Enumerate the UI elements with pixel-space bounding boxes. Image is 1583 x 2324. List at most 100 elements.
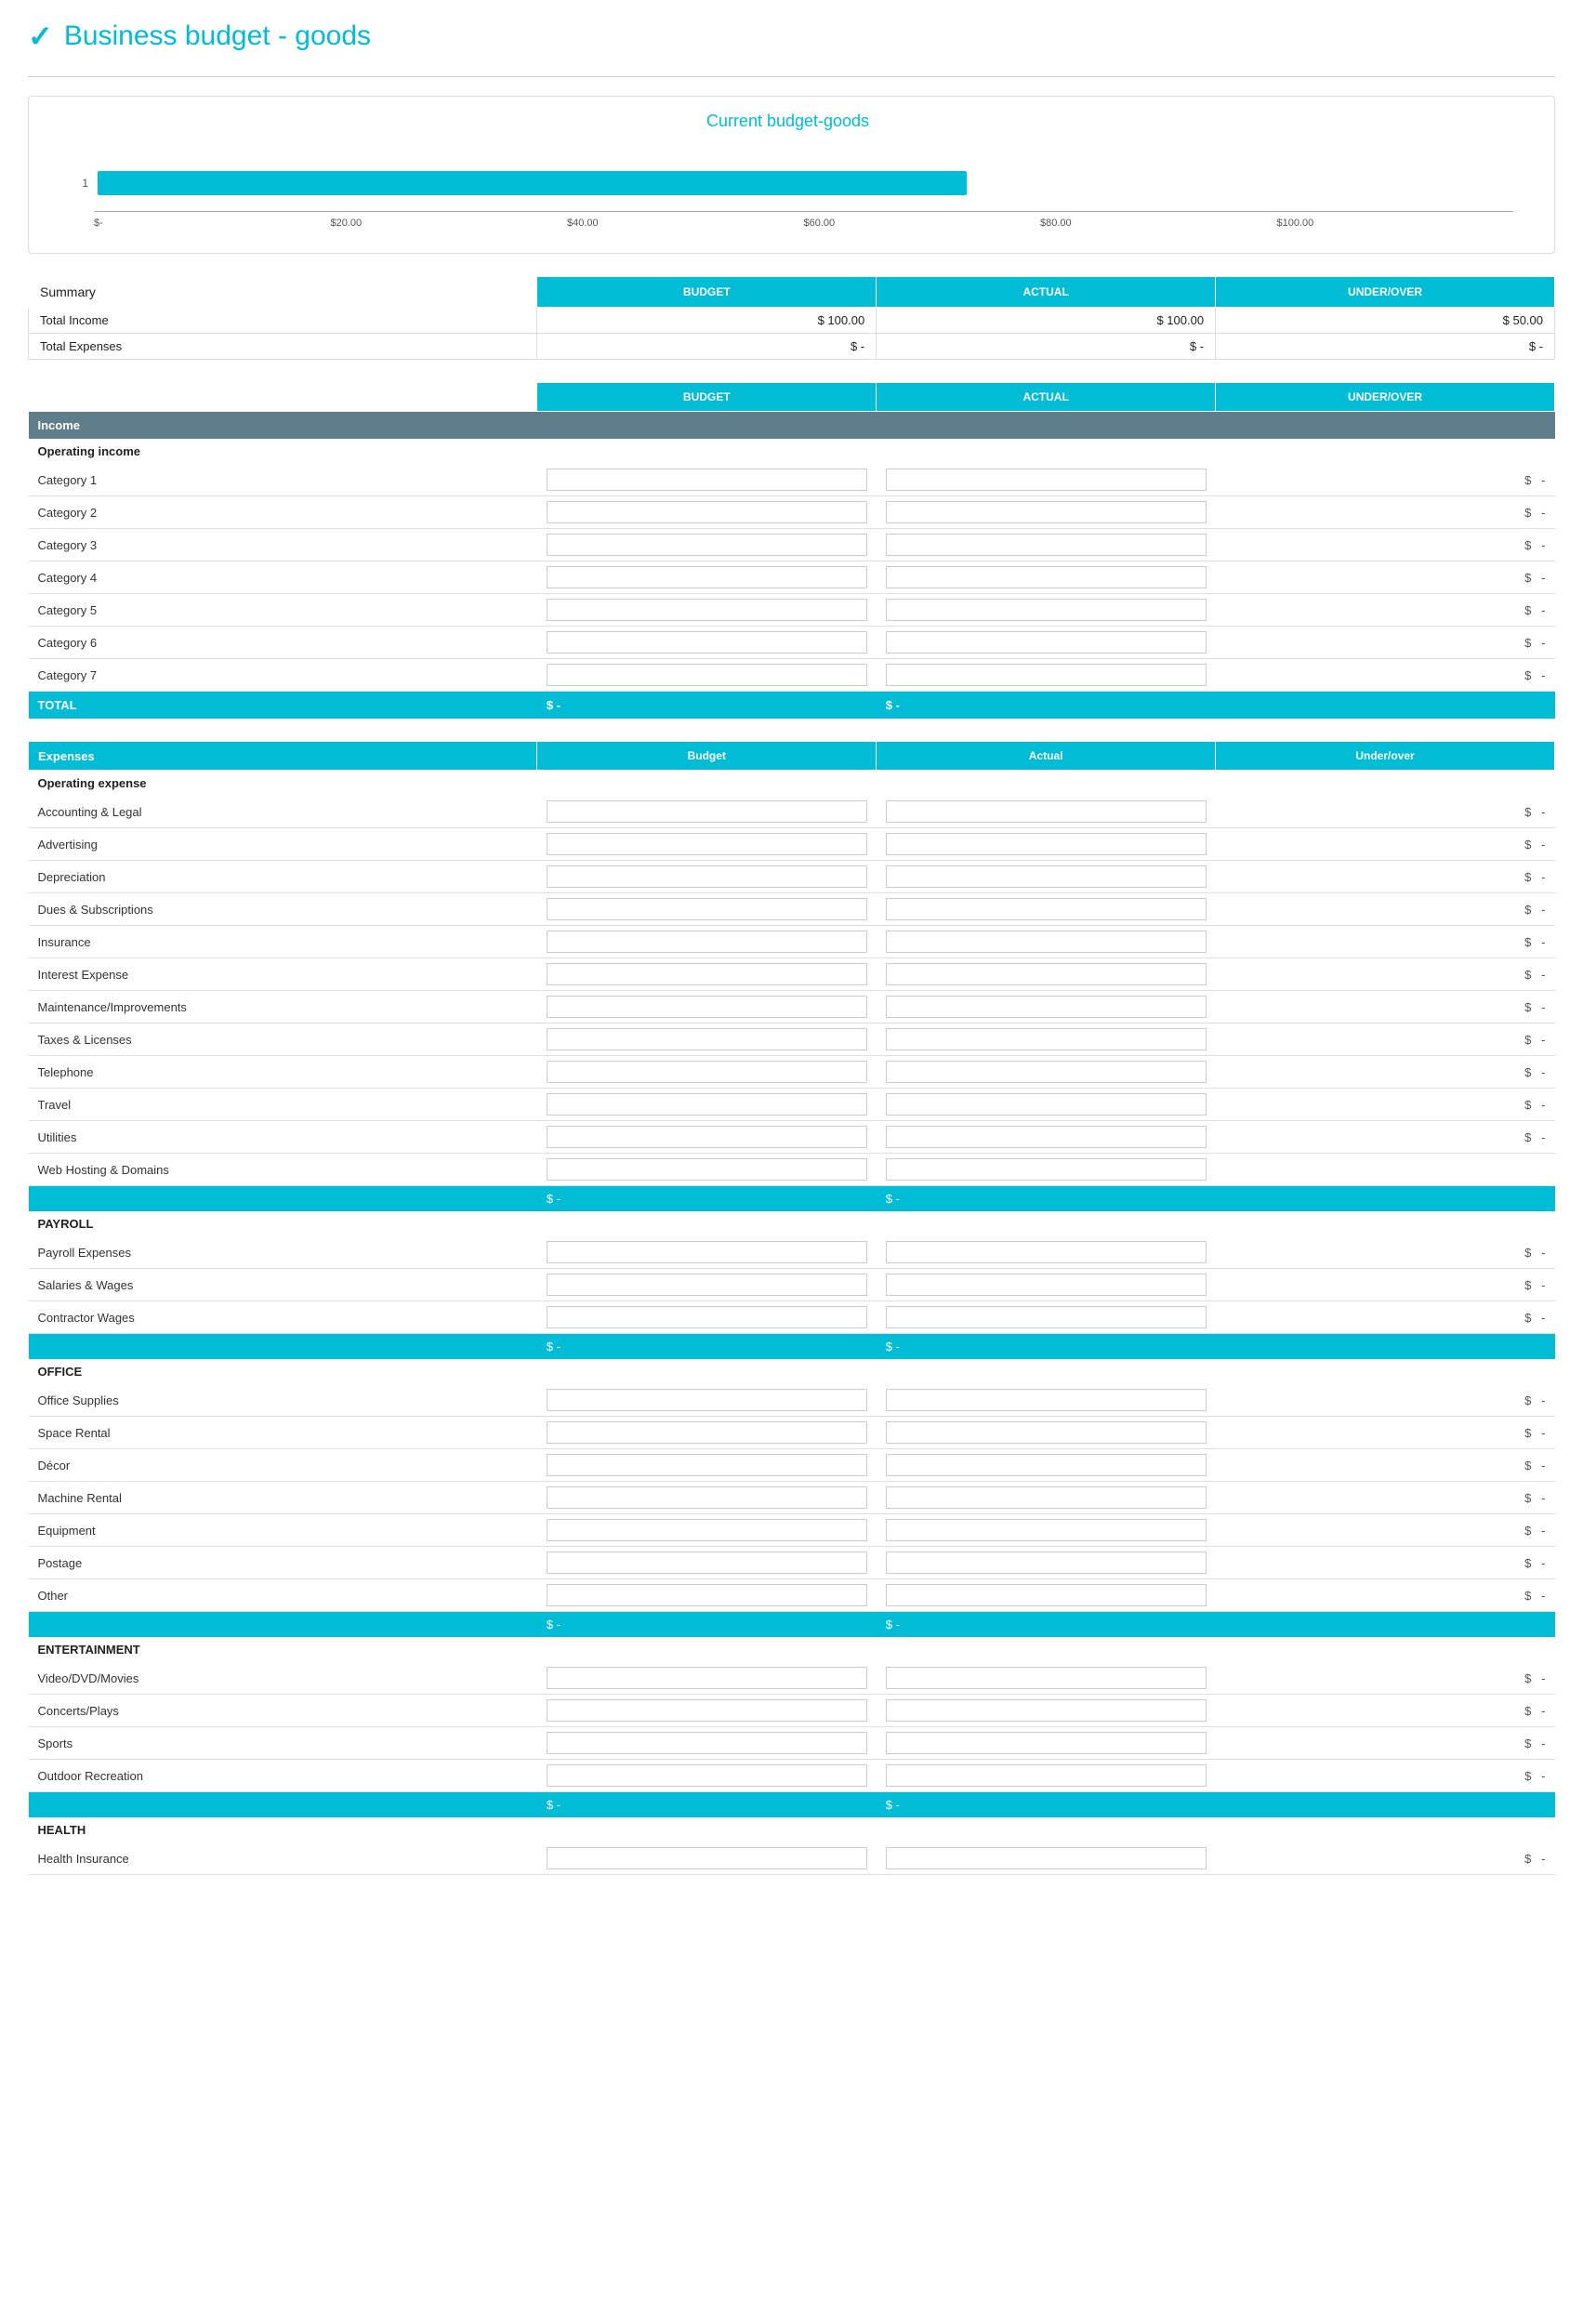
expense-machine-rental-budget-input[interactable] — [547, 1486, 867, 1509]
expense-insurance-budget-input[interactable] — [547, 931, 867, 953]
expense-webhosting-actual-input[interactable] — [886, 1158, 1207, 1181]
expense-decor-budget-input[interactable] — [547, 1454, 867, 1476]
income-category-1-budget-input[interactable] — [547, 469, 867, 491]
expense-other-budget-input[interactable] — [547, 1584, 867, 1606]
expense-equipment-budget-input[interactable] — [547, 1519, 867, 1541]
income-category-2-actual-input[interactable] — [886, 501, 1207, 523]
expense-concerts-actual-input[interactable] — [886, 1699, 1207, 1722]
income-category-4-actual[interactable] — [877, 561, 1216, 594]
expense-dues-budget-input[interactable] — [547, 898, 867, 920]
expense-outdoor-budget-input[interactable] — [547, 1764, 867, 1787]
income-category-1-actual[interactable] — [877, 464, 1216, 496]
entertainment-subtotal-underover — [1216, 1792, 1555, 1818]
income-category-2-budget[interactable] — [537, 496, 877, 529]
expense-maintenance-actual-input[interactable] — [886, 996, 1207, 1018]
expense-travel-budget-input[interactable] — [547, 1093, 867, 1116]
expense-salaries-budget-input[interactable] — [547, 1274, 867, 1296]
income-category-5-actual[interactable] — [877, 594, 1216, 627]
x-label-3: $60.00 — [804, 218, 1041, 229]
income-category-4-actual-input[interactable] — [886, 566, 1207, 588]
expense-space-rental-actual-input[interactable] — [886, 1421, 1207, 1444]
entertainment-subtotal-actual: $ - — [877, 1792, 1216, 1818]
expense-advertising-budget-input[interactable] — [547, 833, 867, 855]
income-category-7-actual[interactable] — [877, 659, 1216, 692]
expense-interest-budget-input[interactable] — [547, 963, 867, 985]
expense-postage-budget-input[interactable] — [547, 1552, 867, 1574]
expense-taxes-budget-input[interactable] — [547, 1028, 867, 1050]
income-category-2-budget-input[interactable] — [547, 501, 867, 523]
expense-machine-rental-actual-input[interactable] — [886, 1486, 1207, 1509]
expense-contractor-actual-input[interactable] — [886, 1306, 1207, 1328]
expense-payroll-expenses-actual-input[interactable] — [886, 1241, 1207, 1263]
expense-health-insurance-actual-input[interactable] — [886, 1847, 1207, 1869]
expense-depreciation-budget-input[interactable] — [547, 865, 867, 888]
income-category-5-budget[interactable] — [537, 594, 877, 627]
expense-taxes-actual-input[interactable] — [886, 1028, 1207, 1050]
income-category-6-actual-input[interactable] — [886, 631, 1207, 654]
office-subtotal-underover — [1216, 1612, 1555, 1638]
income-category-5-actual-input[interactable] — [886, 599, 1207, 621]
expense-label-depreciation: Depreciation — [29, 861, 537, 893]
expense-office-supplies-actual-input[interactable] — [886, 1389, 1207, 1411]
expense-video-actual-input[interactable] — [886, 1667, 1207, 1689]
income-category-3-budget-input[interactable] — [547, 534, 867, 556]
expense-utilities-actual-input[interactable] — [886, 1126, 1207, 1148]
expense-concerts-budget-input[interactable] — [547, 1699, 867, 1722]
expense-dues-actual-input[interactable] — [886, 898, 1207, 920]
operating-income-label: Operating income — [29, 439, 1555, 464]
expense-video-budget-input[interactable] — [547, 1667, 867, 1689]
expense-accounting-budget-input[interactable] — [547, 800, 867, 823]
income-category-4-label: Category 4 — [29, 561, 537, 594]
income-category-7-actual-input[interactable] — [886, 664, 1207, 686]
expense-accounting-actual-input[interactable] — [886, 800, 1207, 823]
expense-interest-actual-input[interactable] — [886, 963, 1207, 985]
expense-sports-actual-input[interactable] — [886, 1732, 1207, 1754]
income-category-5-budget-input[interactable] — [547, 599, 867, 621]
payroll-label: PAYROLL — [29, 1211, 1555, 1236]
expense-decor-actual-input[interactable] — [886, 1454, 1207, 1476]
income-category-3-actual-input[interactable] — [886, 534, 1207, 556]
expense-health-insurance-budget-input[interactable] — [547, 1847, 867, 1869]
x-label-5: $100.00 — [1277, 218, 1514, 229]
expense-payroll-expenses-budget-input[interactable] — [547, 1241, 867, 1263]
expense-webhosting-budget-input[interactable] — [547, 1158, 867, 1181]
expense-maintenance-budget-input[interactable] — [547, 996, 867, 1018]
income-category-2-actual[interactable] — [877, 496, 1216, 529]
expense-equipment-actual-input[interactable] — [886, 1519, 1207, 1541]
expense-depreciation-actual-input[interactable] — [886, 865, 1207, 888]
income-category-7-budget[interactable] — [537, 659, 877, 692]
expense-postage-actual-input[interactable] — [886, 1552, 1207, 1574]
income-category-3-actual[interactable] — [877, 529, 1216, 561]
chart-wrapper: 1 $- $20.00 $40.00 $60.00 $80.00 $100.00 — [44, 146, 1532, 238]
income-total-label: TOTAL — [29, 692, 537, 720]
expense-advertising-actual-input[interactable] — [886, 833, 1207, 855]
opex-subtotal-actual: $ - — [877, 1186, 1216, 1212]
expense-utilities-budget-input[interactable] — [547, 1126, 867, 1148]
income-category-3-budget[interactable] — [537, 529, 877, 561]
expense-salaries-actual-input[interactable] — [886, 1274, 1207, 1296]
expenses-underover-header: Under/over — [1216, 742, 1555, 771]
expense-telephone-actual-input[interactable] — [886, 1061, 1207, 1083]
income-category-4-budget[interactable] — [537, 561, 877, 594]
income-category-7-budget-input[interactable] — [547, 664, 867, 686]
expense-space-rental-budget-input[interactable] — [547, 1421, 867, 1444]
income-category-6-budget-input[interactable] — [547, 631, 867, 654]
expense-travel-actual-input[interactable] — [886, 1093, 1207, 1116]
expense-telephone-budget-input[interactable] — [547, 1061, 867, 1083]
expense-sports-budget-input[interactable] — [547, 1732, 867, 1754]
payroll-subtotal-actual: $ - — [877, 1334, 1216, 1360]
expense-other-actual-input[interactable] — [886, 1584, 1207, 1606]
x-label-2: $40.00 — [567, 218, 804, 229]
payroll-subtotal-empty — [29, 1334, 537, 1360]
income-category-6-actual[interactable] — [877, 627, 1216, 659]
summary-income-actual: $ 100.00 — [877, 308, 1216, 334]
income-category-1-actual-input[interactable] — [886, 469, 1207, 491]
income-category-4-budget-input[interactable] — [547, 566, 867, 588]
income-category-6-budget[interactable] — [537, 627, 877, 659]
expense-contractor-budget-input[interactable] — [547, 1306, 867, 1328]
expense-outdoor-actual-input[interactable] — [886, 1764, 1207, 1787]
expense-office-supplies-budget-input[interactable] — [547, 1389, 867, 1411]
expense-insurance-actual-input[interactable] — [886, 931, 1207, 953]
income-category-4-underover: $ - — [1216, 561, 1555, 594]
income-category-1-budget[interactable] — [537, 464, 877, 496]
